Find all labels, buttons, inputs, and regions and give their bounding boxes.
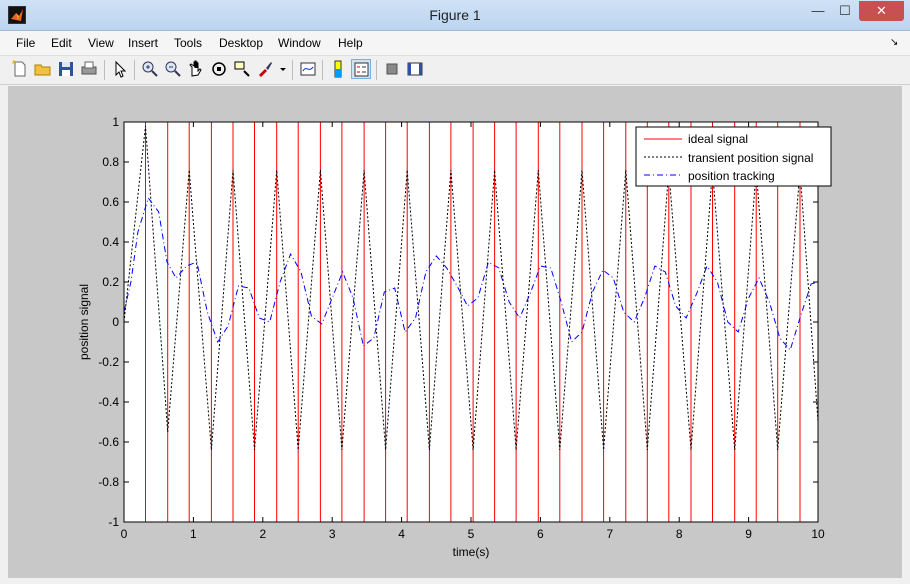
x-axis-label: time(s)	[453, 545, 490, 559]
x-tick-label: 4	[398, 527, 405, 541]
line-chart: 0 1 2 3 4 5 6 7 8 9 10 1 0.8 0.6 0.4 0.2 0 -0.2 -0.4 -0.6 -0…	[77, 115, 832, 559]
menu-bar: File Edit View Insert Tools Desktop Wind…	[0, 31, 910, 56]
x-tick-label: 5	[468, 527, 475, 541]
menu-help[interactable]: Help	[338, 31, 363, 55]
rotate-3d-icon[interactable]	[209, 59, 229, 79]
x-tick-label: 8	[676, 527, 683, 541]
x-tick-label: 2	[259, 527, 266, 541]
hide-plot-tools-icon[interactable]	[382, 59, 402, 79]
x-tick-label: 1	[190, 527, 197, 541]
menu-insert[interactable]: Insert	[128, 31, 158, 55]
figure-canvas: 0 1 2 3 4 5 6 7 8 9 10 1 0.8 0.6 0.4 0.2 0 -0.2 -0.4 -0.6 -0…	[8, 86, 902, 578]
toolbar-separator	[104, 60, 105, 80]
menu-tools[interactable]: Tools	[174, 31, 202, 55]
maximize-button[interactable]: ☐	[832, 1, 858, 21]
link-plot-icon[interactable]	[298, 59, 318, 79]
minimize-button[interactable]: —	[805, 1, 831, 21]
window-title: Figure 1	[429, 7, 481, 23]
data-cursor-icon[interactable]	[232, 59, 252, 79]
new-figure-icon[interactable]	[10, 59, 30, 79]
legend-label-transient: transient position signal	[688, 151, 813, 165]
legend-label-ideal: ideal signal	[688, 132, 748, 146]
toolbar-separator	[376, 60, 377, 80]
y-tick-label: -1	[108, 515, 119, 529]
menu-view[interactable]: View	[88, 31, 114, 55]
brush-dropdown-icon[interactable]	[278, 59, 288, 79]
menu-edit[interactable]: Edit	[51, 31, 72, 55]
x-tick-label: 6	[537, 527, 544, 541]
zoom-in-icon[interactable]	[140, 59, 160, 79]
x-tick-label: 7	[606, 527, 613, 541]
figure-toolbar	[0, 56, 910, 85]
x-tick-label: 3	[329, 527, 336, 541]
toolbar-separator	[292, 60, 293, 80]
y-axis-label: position signal	[77, 284, 91, 360]
menu-file[interactable]: File	[16, 31, 35, 55]
y-tick-label: 0	[112, 315, 119, 329]
y-tick-label: 1	[112, 115, 119, 129]
legend[interactable]: ideal signal transient position signal p…	[635, 126, 832, 187]
menu-window[interactable]: Window	[278, 31, 321, 55]
title-bar[interactable]: Figure 1 — ☐ ✕	[0, 0, 910, 31]
y-tick-label: -0.4	[98, 395, 119, 409]
print-icon[interactable]	[79, 59, 99, 79]
save-icon[interactable]	[56, 59, 76, 79]
y-tick-label: -0.2	[98, 355, 119, 369]
y-tick-label: 0.6	[102, 195, 119, 209]
legend-label-tracking: position tracking	[688, 169, 775, 183]
brush-icon[interactable]	[255, 59, 275, 79]
x-tick-label: 10	[811, 527, 825, 541]
y-tick-label: 0.2	[102, 275, 119, 289]
toolbar-separator	[322, 60, 323, 80]
zoom-out-icon[interactable]	[163, 59, 183, 79]
x-tick-label: 9	[745, 527, 752, 541]
menu-desktop[interactable]: Desktop	[219, 31, 263, 55]
open-file-icon[interactable]	[33, 59, 53, 79]
colorbar-icon[interactable]	[328, 59, 348, 79]
show-plot-tools-icon[interactable]	[405, 59, 425, 79]
x-tick-label: 0	[121, 527, 128, 541]
y-tick-label: 0.8	[102, 155, 119, 169]
dock-arrow-icon[interactable]: ↘	[890, 37, 898, 48]
close-button[interactable]: ✕	[859, 1, 904, 21]
legend-icon[interactable]	[351, 59, 371, 79]
toolbar-separator	[134, 60, 135, 80]
pan-icon[interactable]	[186, 59, 206, 79]
y-tick-label: -0.6	[98, 435, 119, 449]
edit-plot-icon[interactable]	[110, 59, 130, 79]
figure-window: Figure 1 — ☐ ✕ File Edit View Insert Too…	[0, 0, 910, 584]
y-tick-label: 0.4	[102, 235, 119, 249]
y-tick-label: -0.8	[98, 475, 119, 489]
